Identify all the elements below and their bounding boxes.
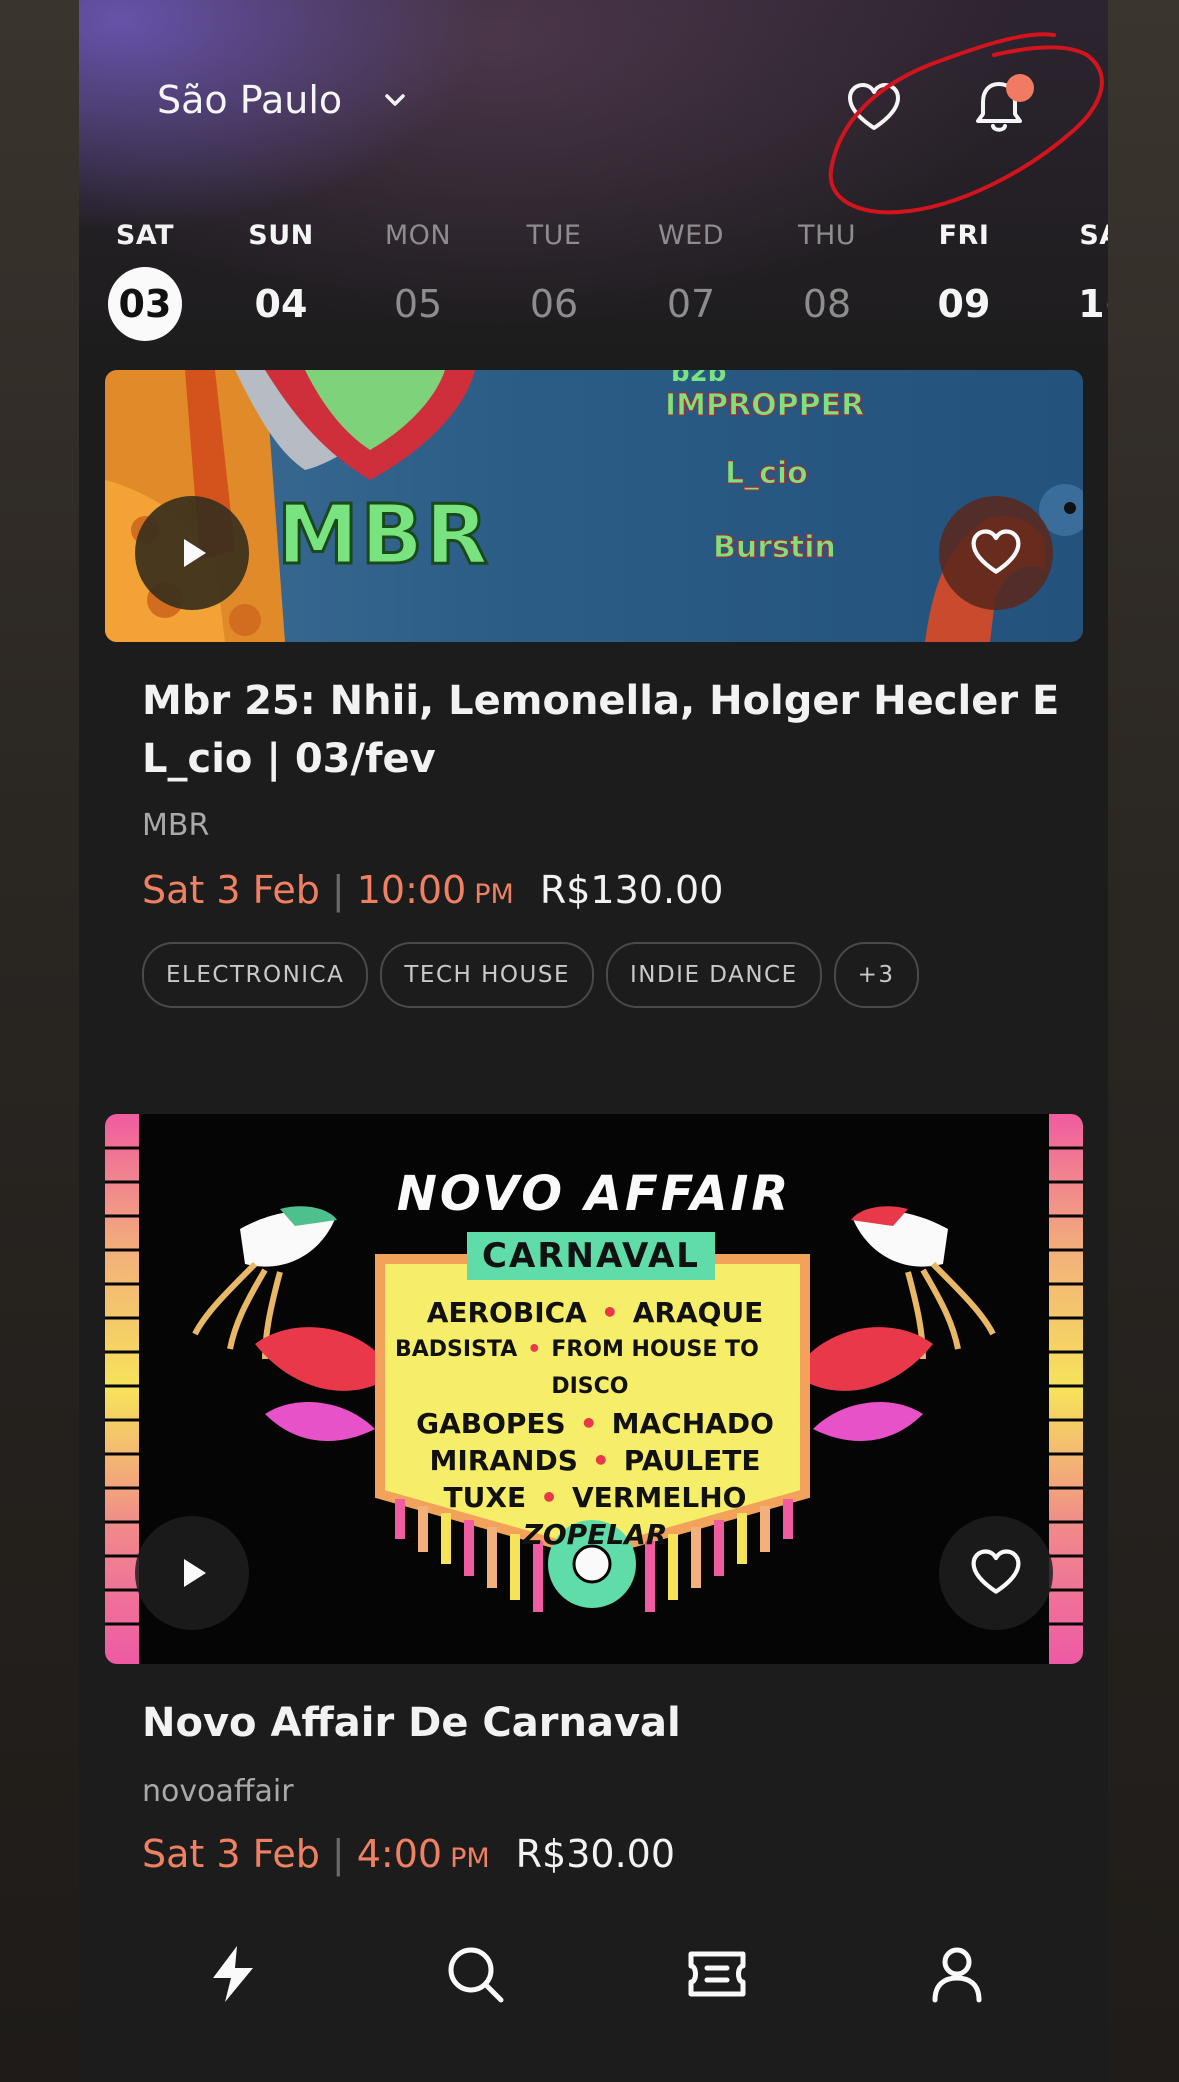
- event-time: 10:00: [356, 868, 467, 912]
- day-name: TUE: [526, 220, 582, 251]
- poster-line: b2b: [671, 370, 727, 388]
- event-title[interactable]: Novo Affair De Carnaval: [142, 1694, 1072, 1752]
- ticket-icon[interactable]: [685, 1942, 749, 2006]
- event-datetime: Sat 3 Feb | 4:00 PM R$30.00: [142, 1832, 676, 1876]
- more-tags[interactable]: +3: [833, 942, 919, 1008]
- bottom-navigation: [79, 1900, 1108, 2082]
- event-ampm: PM: [474, 879, 514, 910]
- favorite-button[interactable]: [939, 496, 1053, 610]
- poster-line: L_cio: [725, 456, 809, 492]
- lineup-row: AEROBICA • ARAQUE: [426, 1296, 764, 1329]
- event-datetime: Sat 3 Feb | 10:00 PM R$130.00: [142, 868, 724, 912]
- profile-icon[interactable]: [925, 1942, 989, 2006]
- lineup-artist: FROM HOUSE TO DISCO: [551, 1337, 759, 1399]
- day-sun-04[interactable]: SUN 04: [231, 220, 331, 341]
- day-mon-05[interactable]: MON 05: [368, 220, 468, 341]
- city-name: São Paulo: [157, 78, 343, 122]
- event-organizer[interactable]: MBR: [142, 808, 209, 843]
- red-circle-annotation: [828, 32, 1104, 215]
- day-date: 08: [802, 282, 852, 326]
- poster-art: [105, 370, 1083, 642]
- poster-line: IMPROPPER: [664, 388, 865, 424]
- lineup-row: ZOPELAR: [395, 1516, 795, 1553]
- event-time: 4:00: [356, 1832, 443, 1876]
- genre-tags: ELECTRONICA TECH HOUSE INDIE DANCE +3: [142, 942, 919, 1008]
- lineup-artist: MACHADO: [611, 1407, 774, 1440]
- event-price: R$130.00: [539, 868, 724, 912]
- day-date: 04: [254, 282, 308, 326]
- day-date: 06: [529, 282, 579, 326]
- day-wed-07[interactable]: WED 07: [641, 220, 741, 341]
- day-name: THU: [797, 220, 857, 251]
- lightning-icon[interactable]: [201, 1942, 265, 2006]
- favorite-button[interactable]: [939, 1516, 1053, 1630]
- backdrop-right: [1108, 0, 1179, 2082]
- event-date: Sat 3 Feb: [142, 1832, 320, 1876]
- day-sat-03[interactable]: SAT 03: [95, 220, 195, 341]
- lineup-artist: BADSISTA: [395, 1337, 518, 1362]
- search-icon[interactable]: [443, 1942, 507, 2006]
- poster-brand: MBR: [275, 487, 491, 585]
- lineup-row: MIRANDS • PAULETE: [429, 1444, 761, 1477]
- day-date: 1(: [1078, 282, 1108, 326]
- day-tue-06[interactable]: TUE 06: [504, 220, 604, 341]
- genre-tag[interactable]: ELECTRONICA: [142, 942, 369, 1008]
- app-screen: São Paulo SAT 03 SUN 04 MON 05 TUE 06 WE…: [79, 0, 1108, 2082]
- lineup-row: GABOPES • MACHADO: [416, 1407, 774, 1440]
- day-fri-09[interactable]: FRI 09: [914, 220, 1014, 341]
- genre-tag[interactable]: TECH HOUSE: [380, 942, 594, 1008]
- event-date: Sat 3 Feb: [142, 868, 320, 912]
- poster-banner: CARNAVAL: [482, 1236, 700, 1276]
- heart-icon: [971, 1549, 1021, 1594]
- day-sat-10[interactable]: SA 1(: [1050, 220, 1108, 341]
- day-name: SUN: [248, 220, 314, 251]
- day-date: 03: [108, 267, 182, 341]
- poster-lineup: AEROBICA • ARAQUE BADSISTA • FROM HOUSE TO D…: [395, 1294, 795, 1553]
- day-date: 05: [393, 282, 443, 326]
- poster-line: Burstin: [713, 530, 837, 566]
- day-date: 09: [937, 282, 991, 326]
- lineup-row: TUXE • VERMELHO: [443, 1481, 747, 1514]
- lineup-artist: AEROBICA: [426, 1296, 587, 1329]
- lineup-artist: PAULETE: [623, 1444, 761, 1477]
- lineup-artist: VERMELHO: [572, 1481, 747, 1514]
- event-poster-novo-affair[interactable]: NOVO AFFAIR CARNAVAL AEROBICA • ARAQUE BAD…: [105, 1114, 1083, 1664]
- heart-icon: [971, 529, 1021, 574]
- date-strip: SAT 03 SUN 04 MON 05 TUE 06 WED 07 THU 0…: [79, 220, 1108, 341]
- lineup-artist: TUXE: [443, 1481, 527, 1514]
- chevron-down-icon: [385, 94, 405, 106]
- day-name: MON: [384, 220, 452, 251]
- event-organizer[interactable]: novoaffair: [142, 1774, 294, 1809]
- lineup-artist: ARAQUE: [632, 1296, 764, 1329]
- play-icon: [184, 539, 206, 567]
- lineup-artist: ZOPELAR: [522, 1518, 668, 1551]
- genre-tag[interactable]: INDIE DANCE: [605, 942, 822, 1008]
- backdrop-left: [0, 0, 79, 2082]
- poster-brand: NOVO AFFAIR: [396, 1166, 792, 1222]
- play-icon: [184, 1559, 206, 1587]
- play-button[interactable]: [135, 1516, 249, 1630]
- event-title[interactable]: Mbr 25: Nhii, Lemonella, Holger Hecler E…: [142, 672, 1072, 788]
- day-thu-08[interactable]: THU 08: [777, 220, 877, 341]
- lineup-row: BADSISTA • FROM HOUSE TO DISCO: [395, 1331, 795, 1405]
- lineup-artist: MIRANDS: [429, 1444, 578, 1477]
- day-name: SAT: [115, 220, 175, 251]
- lineup-artist: GABOPES: [416, 1407, 566, 1440]
- event-poster-mbr[interactable]: MBR b2b IMPROPPER L_cio Burstin: [105, 370, 1083, 642]
- day-name: SA: [1079, 220, 1108, 251]
- day-name: WED: [657, 220, 725, 251]
- event-ampm: PM: [450, 1843, 490, 1874]
- city-selector[interactable]: São Paulo: [157, 78, 408, 122]
- day-name: FRI: [938, 220, 990, 251]
- event-price: R$30.00: [515, 1832, 676, 1876]
- day-date: 07: [666, 282, 716, 326]
- play-button[interactable]: [135, 496, 249, 610]
